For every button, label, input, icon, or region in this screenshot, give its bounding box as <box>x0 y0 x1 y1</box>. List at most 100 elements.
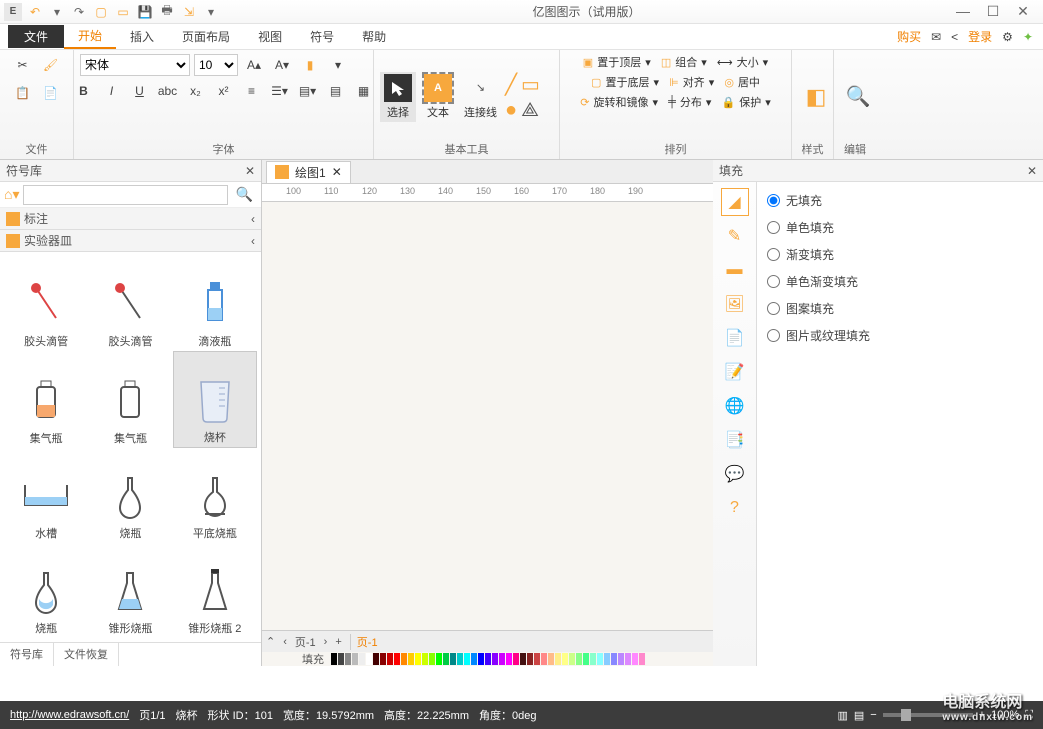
size-button[interactable]: 大小 <box>737 54 759 70</box>
tab-close-icon[interactable]: ✕ <box>332 165 342 179</box>
superscript-icon[interactable]: x² <box>212 80 236 102</box>
copy-icon[interactable]: 📋 <box>11 82 35 104</box>
symbol-item-9[interactable]: 烧瓶 <box>4 543 88 638</box>
view1-icon[interactable]: ▥ <box>837 709 847 722</box>
minimize-button[interactable]: — <box>953 3 973 20</box>
page-tab-active[interactable]: 页-1 <box>350 634 378 650</box>
new-icon[interactable]: ▢ <box>92 3 110 21</box>
tab-fill-icon[interactable]: ◢ <box>721 188 749 216</box>
feedback-icon[interactable]: ✦ <box>1023 30 1033 44</box>
align-button[interactable]: 对齐 <box>683 74 705 90</box>
symbol-item-0[interactable]: 胶头滴管 <box>4 256 88 351</box>
page-prev-icon[interactable]: ‹ <box>283 636 287 648</box>
tab-view[interactable]: 视图 <box>244 25 296 48</box>
maximize-button[interactable]: ☐ <box>983 3 1003 20</box>
status-url[interactable]: http://www.edrawsoft.cn/ <box>10 709 129 721</box>
tab-help[interactable]: 帮助 <box>348 25 400 48</box>
qat-more-icon[interactable]: ▾ <box>202 3 220 21</box>
view2-icon[interactable]: ▤ <box>854 709 864 722</box>
distribute-button[interactable]: 分布 <box>680 94 702 110</box>
panel-fill-close-icon[interactable]: ✕ <box>1027 164 1037 178</box>
tab-pagelayout[interactable]: 页面布局 <box>168 25 244 48</box>
tab-help-icon[interactable]: ? <box>721 494 749 522</box>
fill-option-1[interactable]: 单色填充 <box>767 219 1033 236</box>
print-icon[interactable]: 🖶 <box>158 3 176 21</box>
close-button[interactable]: ✕ <box>1013 3 1033 20</box>
save-icon[interactable]: ↶ <box>26 3 44 21</box>
tab-picture-icon[interactable]: 🖼 <box>721 290 749 318</box>
tab-symbols[interactable]: 符号 <box>296 25 348 48</box>
paste2-icon[interactable]: 📄 <box>39 82 63 104</box>
fill-option-5[interactable]: 图片或纹理填充 <box>767 327 1033 344</box>
tab-text-icon[interactable]: 📝 <box>721 358 749 386</box>
export-icon[interactable]: ⇲ <box>180 3 198 21</box>
connector-tool-button[interactable]: ↘ 连接线 <box>460 72 501 122</box>
text-tool-button[interactable]: A 文本 <box>420 72 456 122</box>
tab-layer-icon[interactable]: 📑 <box>721 426 749 454</box>
redo-icon[interactable]: ↷ <box>70 3 88 21</box>
underline-icon[interactable]: U <box>128 80 152 102</box>
fill-option-0[interactable]: 无填充 <box>767 192 1033 209</box>
select-tool-button[interactable]: 选择 <box>380 72 416 122</box>
undo-icon[interactable]: ▾ <box>48 3 66 21</box>
rotate-button[interactable]: 旋转和镜像 <box>593 94 648 110</box>
align-center-icon[interactable]: ▦ <box>352 80 376 102</box>
chat-icon[interactable]: ✉ <box>931 30 941 44</box>
font-name-select[interactable]: 宋体 <box>80 54 190 76</box>
symbol-item-3[interactable]: 集气瓶 <box>4 351 88 448</box>
strike-icon[interactable]: abc <box>156 80 180 102</box>
fill-option-3[interactable]: 单色渐变填充 <box>767 273 1033 290</box>
group-button[interactable]: 组合 <box>675 54 697 70</box>
symbol-item-2[interactable]: 滴液瓶 <box>173 256 257 351</box>
font-color-icon[interactable]: ▮ <box>298 54 322 76</box>
zoom-out-icon[interactable]: − <box>870 709 876 721</box>
fill-option-4[interactable]: 图案填充 <box>767 300 1033 317</box>
login-link[interactable]: 登录 <box>968 28 992 45</box>
symbol-item-8[interactable]: 平底烧瓶 <box>173 448 257 543</box>
buy-link[interactable]: 购买 <box>897 28 921 45</box>
category-annotation[interactable]: 标注‹ <box>0 208 261 230</box>
center-button[interactable]: 居中 <box>738 74 760 90</box>
linespacing-icon[interactable]: ≡ <box>240 80 264 102</box>
tab-start[interactable]: 开始 <box>64 24 116 49</box>
tab-file[interactable]: 文件 <box>8 25 64 48</box>
symbol-item-4[interactable]: 集气瓶 <box>88 351 172 448</box>
decrease-font-icon[interactable]: A▾ <box>270 54 294 76</box>
left-tab-symbols[interactable]: 符号库 <box>0 643 54 666</box>
panel-close-icon[interactable]: ✕ <box>245 164 255 178</box>
bullet-icon[interactable]: ☰▾ <box>268 80 292 102</box>
send-back-button[interactable]: 置于底层 <box>605 74 649 90</box>
document-tab[interactable]: 绘图1✕ <box>266 161 351 183</box>
symbol-item-5[interactable]: 烧杯 <box>173 351 257 448</box>
crop-icon[interactable]: ⟁ <box>521 99 539 122</box>
symbol-search-input[interactable] <box>23 185 227 205</box>
paste-icon[interactable]: ✂ <box>11 54 35 76</box>
highlight-icon[interactable]: ▾ <box>326 54 350 76</box>
category-labware[interactable]: 实验器皿‹ <box>0 230 261 252</box>
symbol-item-7[interactable]: 烧瓶 <box>88 448 172 543</box>
style-button[interactable]: ◧ <box>798 81 834 113</box>
line-shape-icon[interactable]: ╱ <box>505 72 517 97</box>
search-icon[interactable]: 🔍 <box>232 186 257 203</box>
font-size-select[interactable]: 10 <box>194 54 238 76</box>
align-left-icon[interactable]: ▤ <box>324 80 348 102</box>
bring-front-button[interactable]: 置于顶层 <box>597 54 641 70</box>
symbol-item-10[interactable]: 锥形烧瓶 <box>88 543 172 638</box>
symbol-item-6[interactable]: 水槽 <box>4 448 88 543</box>
tab-web-icon[interactable]: 🌐 <box>721 392 749 420</box>
subscript-icon[interactable]: x₂ <box>184 80 208 102</box>
format-painter-icon[interactable]: 🖌 <box>39 54 63 76</box>
tab-line-icon[interactable]: ✎ <box>721 222 749 250</box>
increase-font-icon[interactable]: A▴ <box>242 54 266 76</box>
page-add-icon[interactable]: + <box>335 636 341 648</box>
save2-icon[interactable]: 💾 <box>136 3 154 21</box>
gear-icon[interactable]: ⚙ <box>1002 30 1013 44</box>
bold-icon[interactable]: B <box>72 80 96 102</box>
edit-button[interactable]: 🔍 <box>840 81 876 113</box>
symbol-item-1[interactable]: 胶头滴管 <box>88 256 172 351</box>
rect-shape-icon[interactable]: ▭ <box>521 72 540 97</box>
left-tab-recovery[interactable]: 文件恢复 <box>54 643 119 666</box>
symbol-item-11[interactable]: 锥形烧瓶 2 <box>173 543 257 638</box>
fill-option-2[interactable]: 渐变填充 <box>767 246 1033 263</box>
circle-shape-icon[interactable]: ● <box>505 99 517 122</box>
